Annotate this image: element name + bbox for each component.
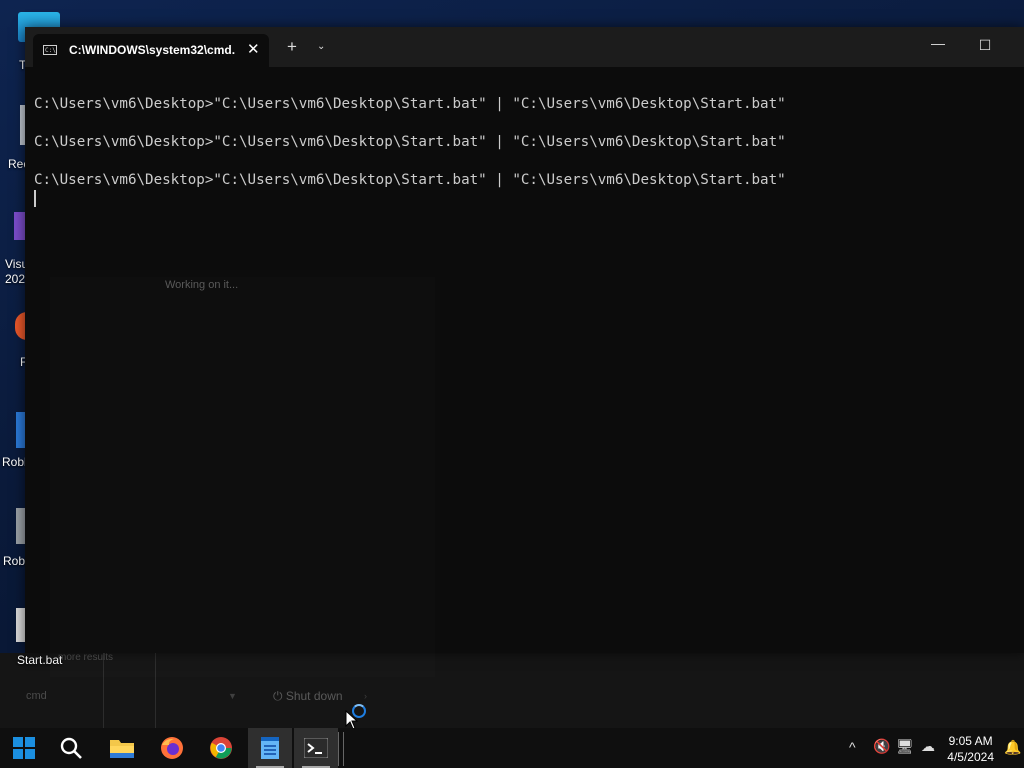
terminal-window[interactable]: C:\ C:\WINDOWS\system32\cmd. ✕ + ⌄ — ☐ W… (25, 27, 1024, 653)
start-menu-ghost-panel (50, 277, 435, 677)
console-line: C:\Users\vm6\Desktop>"C:\Users\vm6\Deskt… (34, 134, 786, 150)
chevron-down-icon[interactable]: ▼ (228, 691, 237, 701)
terminal-button[interactable] (294, 728, 338, 768)
notepad-icon (261, 737, 279, 759)
file-explorer-button[interactable] (100, 728, 144, 768)
terminal-icon (304, 738, 328, 758)
console-line: C:\Users\vm6\Desktop>"C:\Users\vm6\Deskt… (34, 172, 786, 188)
sound-muted-icon[interactable]: 🔇 (873, 738, 890, 755)
search-button[interactable] (49, 728, 93, 768)
search-icon (60, 737, 82, 759)
tab-cmd[interactable]: C:\ C:\WINDOWS\system32\cmd. ✕ (33, 34, 269, 67)
chevron-right-icon[interactable]: › (364, 691, 367, 701)
show-hidden-icons-chevron-icon[interactable]: ^ (849, 739, 856, 755)
power-icon: ⏻ (273, 689, 286, 703)
clock-time: 9:05 AM (948, 734, 993, 748)
chevron-down-icon[interactable]: ⌄ (317, 41, 325, 52)
firefox-button[interactable] (150, 728, 194, 768)
onedrive-icon[interactable]: ☁ (921, 738, 935, 755)
desktop-label-partial: Robl (3, 554, 28, 568)
minimize-button[interactable]: — (918, 35, 958, 51)
chrome-button[interactable] (199, 728, 243, 768)
text-cursor (34, 190, 36, 207)
console-line: C:\Users\vm6\Desktop>"C:\Users\vm6\Deskt… (34, 96, 786, 112)
new-tab-button[interactable]: + (287, 38, 297, 55)
notepad-button[interactable] (248, 728, 292, 768)
chrome-icon (210, 737, 232, 759)
clock-date: 4/5/2024 (947, 750, 994, 764)
network-icon[interactable]: 🖥 (896, 738, 914, 755)
start-button[interactable] (2, 728, 46, 768)
working-text: Working on it... (165, 279, 239, 291)
desktop-label-partial: Robl (2, 455, 27, 469)
taskbar-clock[interactable]: 9:05 AM 4/5/2024 (947, 733, 994, 765)
maximize-button[interactable]: ☐ (965, 37, 1005, 54)
cmd-icon: C:\ (43, 45, 57, 55)
shutdown-button[interactable]: ⏻ Shut down (273, 689, 343, 704)
notification-bell-icon[interactable]: 🔔 (1004, 739, 1021, 756)
file-explorer-icon (110, 740, 134, 758)
close-tab-icon[interactable]: ✕ (247, 40, 260, 58)
title-bar[interactable]: C:\ C:\WINDOWS\system32\cmd. ✕ + ⌄ — ☐ (25, 27, 1024, 67)
windows-start-icon (13, 737, 35, 759)
busy-spinner-icon (352, 704, 366, 718)
search-input[interactable]: cmd (26, 690, 47, 702)
firefox-icon (161, 737, 183, 759)
tab-title: C:\WINDOWS\system32\cmd. (69, 43, 236, 57)
console-output[interactable]: C:\Users\vm6\Desktop>"C:\Users\vm6\Deskt… (34, 94, 786, 208)
taskbar-stack-indicator (338, 732, 344, 766)
